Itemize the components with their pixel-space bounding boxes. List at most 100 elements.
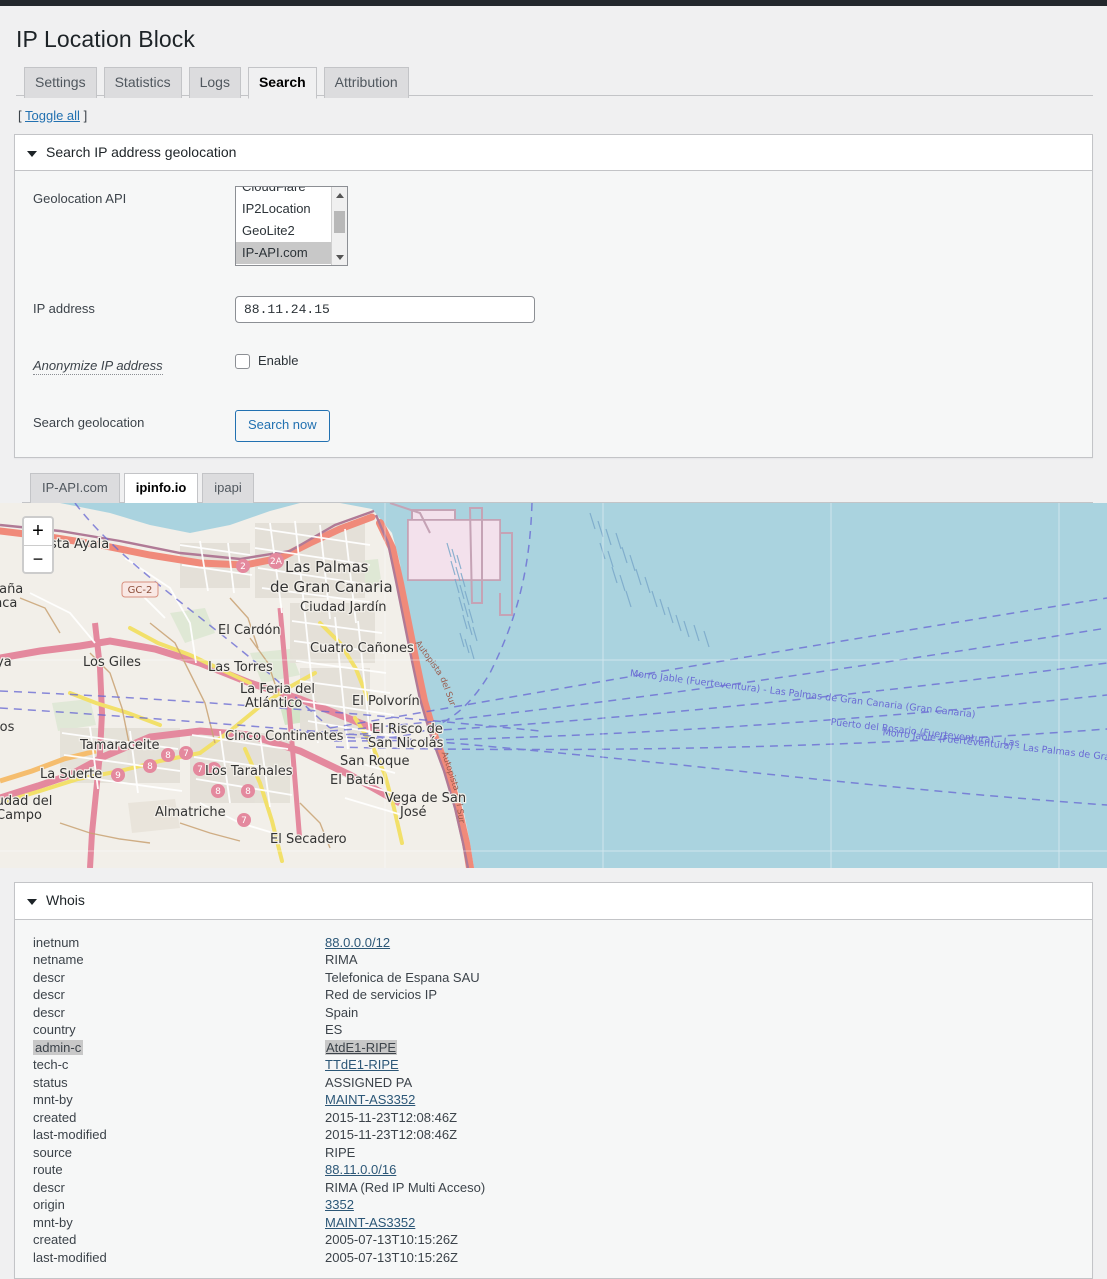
svg-text:7: 7 [197,765,203,775]
whois-row: origin 3352 [15,1196,1092,1214]
whois-row: admin-c AtdE1-RIPE [15,1039,1092,1057]
result-tab-ip-api-com[interactable]: IP-API.com [30,473,120,505]
scroll-up-arrow-icon[interactable] [332,187,347,203]
whois-row: status ASSIGNED PA [15,1074,1092,1092]
whois-value-link[interactable]: MAINT-AS3352 [325,1215,415,1230]
map-label: Almatriche [155,805,226,820]
ip-address-input[interactable] [235,296,535,324]
whois-value-link[interactable]: 88.11.0.0/16 [325,1162,396,1177]
admin-bar [0,0,1107,6]
whois-key: tech-c [33,1057,69,1073]
whois-key: status [33,1074,68,1090]
tab-settings[interactable]: Settings [24,66,97,99]
svg-text:8: 8 [215,787,221,797]
label-anonymize-ip-text: Anonymize IP address [33,358,163,376]
whois-key: last-modified [33,1127,107,1143]
whois-panel-header[interactable]: Whois [15,883,1092,920]
search-form-table: Geolocation API CloudFlare IP2Location G… [15,171,1092,457]
map-label: Tamaraceite [79,738,160,753]
map-label: Cinco Continentes [225,729,344,744]
whois-value-highlight[interactable]: AtdE1-RIPE [325,1039,398,1055]
result-tab-ipinfo-io[interactable]: ipinfo.io [123,473,199,506]
whois-value[interactable]: MAINT-AS3352 [325,1214,1092,1232]
whois-row: tech-c TTdE1-RIPE [15,1056,1092,1074]
whois-row: inetnum 88.0.0.0/12 [15,934,1092,952]
scrollbar-thumb[interactable] [334,211,345,234]
svg-text:2A: 2A [270,557,283,567]
whois-key-highlight: admin-c [33,1039,84,1055]
whois-panel: Whois inetnum 88.0.0.0/12 netname RIMA descr… [14,882,1093,1279]
whois-value[interactable]: TTdE1-RIPE [325,1056,1092,1074]
map-canvas: Morro Jable (Fuerteventura) - Las Palmas… [0,503,1107,869]
result-tab-ipapi[interactable]: ipapi [202,473,254,505]
svg-text:2: 2 [240,562,246,572]
whois-row: mnt-by MAINT-AS3352 [15,1214,1092,1232]
row-ip-address: IP address [15,281,1092,338]
whois-value: Spain [325,1004,359,1020]
map-label: La Suerte [40,767,102,782]
search-now-button[interactable]: Search now [235,410,330,443]
map-label: ios [0,720,15,735]
tab-statistics[interactable]: Statistics [103,66,182,99]
search-panel-body: Geolocation API CloudFlare IP2Location G… [15,171,1092,458]
whois-row: last-modified 2015-11-23T12:08:46Z [15,1126,1092,1144]
whois-key: mnt-by [33,1092,73,1108]
whois-value-link[interactable]: 3352 [325,1197,354,1212]
whois-value[interactable]: 88.11.0.0/16 [325,1161,1092,1179]
page-wrap: IP Location Block Settings Statistics Logs… [0,25,1107,1279]
map-label: Vega de San [385,791,466,806]
map-label: San Roque [340,754,409,769]
whois-row: descr Spain [15,1004,1092,1022]
chevron-down-icon[interactable] [27,150,37,157]
whois-value: Telefonica de Espana SAU [325,969,480,985]
chevron-down-icon[interactable] [27,898,37,905]
whois-row: route 88.11.0.0/16 [15,1161,1092,1179]
whois-value[interactable]: MAINT-AS3352 [325,1091,1092,1109]
map-label: El Batán [330,773,384,788]
whois-value-link[interactable]: 88.0.0.0/12 [325,935,390,950]
label-geolocation-api: Geolocation API [33,191,127,207]
row-search-geolocation: Search geolocation Search now [15,395,1092,457]
listbox-scrollbar[interactable] [331,187,347,266]
whois-row: mnt-by MAINT-AS3352 [15,1091,1092,1109]
whois-panel-title: Whois [46,892,85,909]
zoom-out-button[interactable]: − [24,545,52,573]
search-panel-header[interactable]: Search IP address geolocation [15,134,1092,172]
result-tab-bar: IP-API.com ipinfo.io ipapi [22,472,1093,506]
toggle-all-row: [ Toggle all ] [18,108,1093,123]
map-label: taña [0,582,23,597]
whois-key: route [33,1162,63,1178]
map-zoom-controls[interactable]: + − [22,516,54,575]
whois-value: 2015-11-23T12:08:46Z [325,1127,458,1143]
anonymize-checkbox-wrap[interactable]: Enable [235,353,1082,370]
whois-key: descr [33,987,65,1003]
map-label: Campo [0,808,42,823]
whois-row: descr RIMA (Red IP Multi Acceso) [15,1179,1092,1197]
scroll-down-arrow-icon[interactable] [332,249,347,265]
label-anonymize-ip: Anonymize IP address [15,338,225,395]
map-label: Las Palmas [285,558,369,576]
whois-key: inetnum [33,934,80,950]
whois-key: country [33,1022,76,1038]
whois-value[interactable]: 88.0.0.0/12 [325,934,1092,952]
whois-key: created [33,1109,77,1125]
map-label: El Cardón [218,623,281,638]
whois-row: last-modified 2005-07-13T10:15:26Z [15,1249,1092,1267]
toggle-all-close-bracket: ] [83,107,88,123]
tab-attribution[interactable]: Attribution [323,66,409,99]
whois-value-link[interactable]: MAINT-AS3352 [325,1092,415,1107]
zoom-in-button[interactable]: + [24,518,52,546]
svg-text:7: 7 [183,749,189,759]
map-label: San Nicolás [368,736,444,751]
geolocation-api-listbox[interactable]: CloudFlare IP2Location GeoLite2 IP-API.c… [235,186,348,267]
anonymize-checkbox[interactable] [235,354,250,370]
geolocation-map[interactable]: Morro Jable (Fuerteventura) - Las Palmas… [0,503,1107,869]
tab-logs[interactable]: Logs [188,66,241,99]
whois-value[interactable]: AtdE1-RIPE [325,1039,1092,1057]
tab-search[interactable]: Search [247,66,317,100]
toggle-all-link[interactable]: Toggle all [25,108,80,123]
whois-value[interactable]: 3352 [325,1196,1092,1214]
whois-value-link[interactable]: TTdE1-RIPE [325,1057,399,1072]
whois-key: source [33,1144,73,1160]
toggle-all-open-bracket: [ [18,107,22,123]
